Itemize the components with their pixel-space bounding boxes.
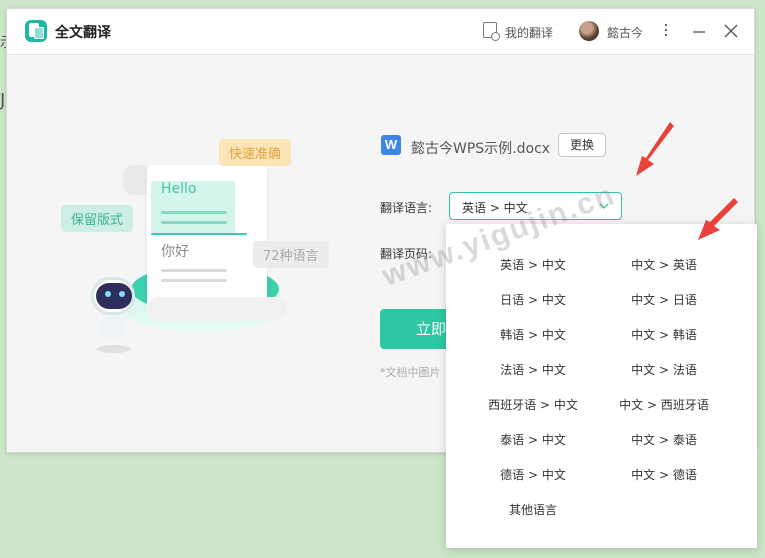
language-label: 翻译语言: bbox=[380, 201, 433, 215]
tag-keep-format: 保留版式 bbox=[61, 205, 134, 232]
language-option-other[interactable]: 其他语言 bbox=[458, 501, 608, 518]
language-option[interactable]: 中文 > 日语 bbox=[589, 291, 739, 308]
hello-text: Hello bbox=[161, 181, 197, 197]
my-translations-link[interactable]: 我的翻译 bbox=[505, 24, 553, 41]
language-option[interactable]: 中文 > 韩语 bbox=[589, 326, 739, 343]
language-option[interactable]: 韩语 > 中文 bbox=[458, 326, 608, 343]
language-option[interactable]: 德语 > 中文 bbox=[458, 466, 608, 483]
language-option[interactable]: 中文 > 西班牙语 bbox=[589, 396, 739, 413]
tag-72-languages: 72种语言 bbox=[253, 241, 329, 268]
robot-body bbox=[99, 315, 127, 339]
avatar[interactable] bbox=[579, 21, 599, 41]
language-option[interactable]: 泰语 > 中文 bbox=[458, 431, 608, 448]
settings-icon[interactable] bbox=[655, 19, 679, 43]
app-logo-icon bbox=[25, 20, 47, 42]
username[interactable]: 懿古今 bbox=[607, 24, 643, 41]
robot-face bbox=[96, 283, 132, 309]
language-option[interactable]: 法语 > 中文 bbox=[458, 361, 608, 378]
minimize-icon[interactable] bbox=[687, 19, 711, 43]
tag-fast-accurate: 快速准确 bbox=[219, 139, 292, 166]
divider bbox=[151, 233, 247, 235]
annotation-arrow-icon bbox=[698, 198, 738, 240]
file-name: 懿古今WPS示例.docx bbox=[411, 141, 551, 157]
feature-illustration: Hello 你好 快速准确 保留版式 72种语言 bbox=[51, 125, 351, 355]
robot-eye bbox=[119, 291, 125, 297]
robot-shadow bbox=[97, 345, 131, 353]
text-line bbox=[161, 269, 227, 272]
language-option[interactable]: 西班牙语 > 中文 bbox=[458, 396, 608, 413]
language-option[interactable]: 日语 > 中文 bbox=[458, 291, 608, 308]
image-note: *文档中图片 bbox=[380, 366, 441, 379]
text-line bbox=[161, 221, 227, 224]
background-text-fragment: J bbox=[0, 90, 6, 111]
word-doc-icon: W bbox=[381, 135, 401, 155]
language-option[interactable]: 中文 > 英语 bbox=[589, 256, 739, 273]
language-option[interactable]: 中文 > 法语 bbox=[589, 361, 739, 378]
my-translations-icon[interactable] bbox=[483, 22, 500, 41]
scroll-curl bbox=[147, 297, 287, 321]
app-title: 全文翻译 bbox=[55, 25, 111, 41]
replace-file-button[interactable]: 更换 bbox=[558, 133, 606, 157]
language-option[interactable]: 中文 > 德语 bbox=[589, 466, 739, 483]
nihao-text: 你好 bbox=[161, 244, 189, 260]
annotation-arrow-icon bbox=[636, 122, 674, 176]
title-bar: 全文翻译 我的翻译 懿古今 bbox=[7, 9, 754, 55]
text-line bbox=[161, 279, 227, 282]
close-icon[interactable] bbox=[719, 19, 743, 43]
language-option[interactable]: 中文 > 泰语 bbox=[589, 431, 739, 448]
language-dropdown: 英语 > 中文 中文 > 英语 日语 > 中文 中文 > 日语 韩语 > 中文 … bbox=[446, 224, 757, 548]
robot-eye bbox=[105, 291, 111, 297]
text-line bbox=[161, 211, 227, 214]
